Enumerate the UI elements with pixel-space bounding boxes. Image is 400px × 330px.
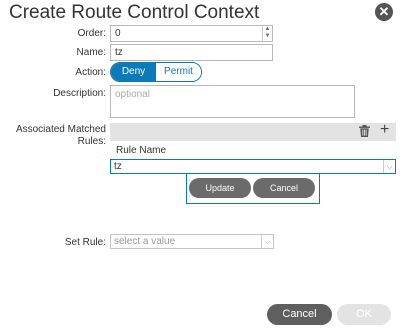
- rule-name-column-header: Rule Name: [116, 145, 167, 156]
- ok-button[interactable]: OK: [337, 304, 391, 325]
- name-value: tz: [115, 47, 123, 58]
- dialog-title: Create Route Control Context: [9, 2, 260, 23]
- stepper-arrows[interactable]: ▲ ▼: [262, 26, 272, 41]
- rules-toolbar: [110, 123, 396, 141]
- description-placeholder: optional: [115, 89, 151, 100]
- update-button[interactable]: Update: [189, 178, 251, 198]
- trash-icon[interactable]: [359, 125, 370, 137]
- action-label: Action:: [75, 67, 106, 78]
- rule-name-select[interactable]: tz ⌵: [110, 159, 396, 174]
- chevron-up-icon[interactable]: ▲: [263, 26, 272, 33]
- order-label: Order:: [77, 28, 106, 39]
- close-button[interactable]: ✕: [375, 3, 393, 21]
- cancel-button[interactable]: Cancel: [267, 304, 332, 325]
- rule-name-value: tz: [114, 161, 122, 172]
- set-rule-select[interactable]: select a value ⌵: [110, 234, 274, 249]
- name-label: Name:: [76, 47, 106, 58]
- chevron-down-icon[interactable]: ⌵: [383, 160, 395, 173]
- row-cancel-button[interactable]: Cancel: [253, 178, 315, 198]
- action-permit-option[interactable]: Permit: [156, 63, 201, 81]
- action-toggle[interactable]: Deny Permit: [110, 62, 202, 82]
- set-rule-placeholder: select a value: [114, 236, 176, 247]
- action-deny-option[interactable]: Deny: [111, 63, 156, 81]
- order-stepper[interactable]: 0 ▲ ▼: [110, 25, 273, 42]
- order-value: 0: [115, 28, 121, 39]
- set-rule-label: Set Rule:: [64, 237, 106, 248]
- plus-icon[interactable]: +: [380, 122, 389, 138]
- close-icon: ✕: [378, 4, 390, 19]
- description-label: Description:: [53, 88, 106, 99]
- chevron-down-icon[interactable]: ▼: [263, 33, 272, 40]
- description-textarea[interactable]: optional: [110, 85, 355, 118]
- associated-rules-label-line1: Associated Matched: [15, 124, 106, 135]
- chevron-down-icon[interactable]: ⌵: [261, 235, 273, 248]
- associated-rules-label-line2: Rules:: [77, 136, 106, 147]
- name-input[interactable]: tz: [110, 44, 273, 61]
